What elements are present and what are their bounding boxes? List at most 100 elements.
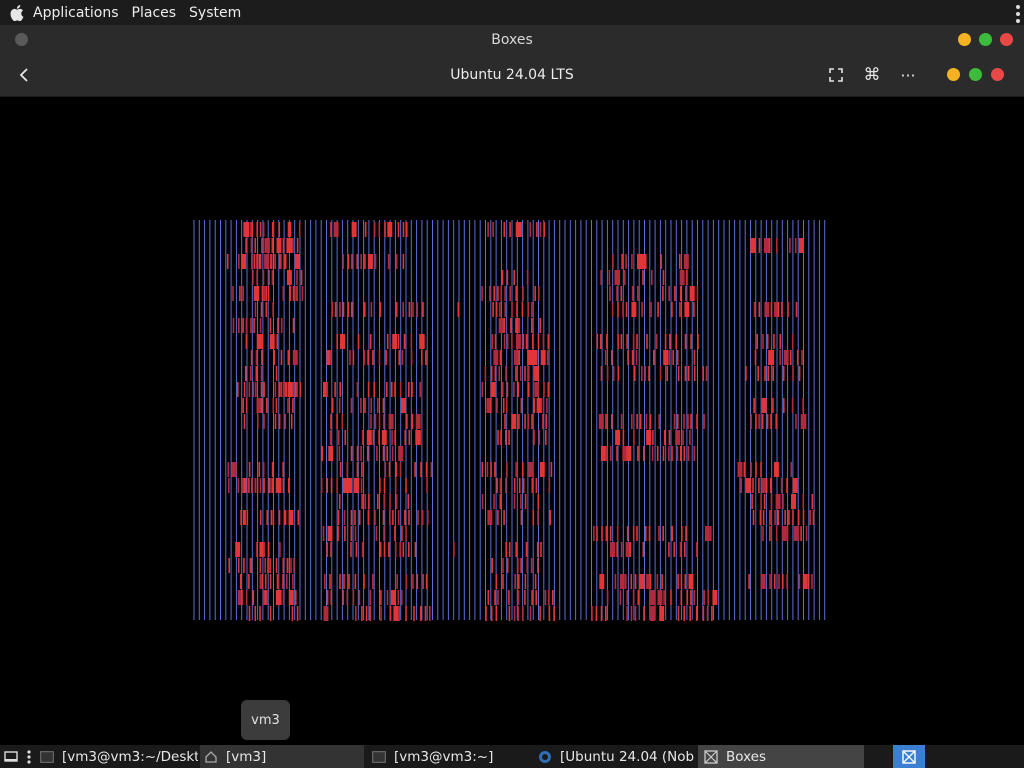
apple-logo-icon[interactable] [10,4,26,22]
artifact-dash [540,350,546,365]
keyboard-shortcuts-button[interactable]: ⌘ [861,65,883,85]
artifact-dash [331,398,334,413]
artifact-dash [382,398,385,413]
places-menu[interactable]: Places [132,5,177,21]
artifact-dash [504,414,506,429]
artifact-dash [675,430,681,445]
vm-display[interactable] [0,97,1024,743]
artifact-dash [663,350,669,365]
artifact-dash [250,222,252,237]
artifact-dash [795,414,797,429]
artifact-dash [656,446,659,461]
artifact-dash [254,606,257,621]
artifact-dash [490,382,496,397]
artifact-dash [668,446,670,461]
artifact-dash [372,574,374,589]
artifact-dash [426,478,428,493]
artifact-dash [705,366,708,381]
applications-menu[interactable]: Applications [33,5,119,21]
artifact-dash [641,366,643,381]
artifact-dash [682,430,684,445]
artifact-dash [361,462,363,477]
artifact-dash [270,254,272,269]
artifact-dash [373,382,375,397]
artifact-dash [292,238,294,253]
taskbar-handle[interactable] [27,745,33,768]
artifact-dash [681,526,683,541]
boxes-window-titlebar[interactable]: Boxes [0,25,1024,55]
artifact-dash [425,350,427,365]
workspace-switcher[interactable] [893,745,925,768]
artifact-dash [427,510,429,525]
fullscreen-button[interactable] [826,65,846,85]
more-options-button[interactable]: ··· [898,65,918,85]
artifact-dash [361,606,363,621]
artifact-dash [394,382,396,397]
artifact-dash [248,462,251,477]
task-browser[interactable]: [Ubuntu 24.04 (Nob… [536,745,694,768]
artifact-dash [515,462,517,477]
artifact-dash [748,574,750,589]
artifact-dash [520,510,523,525]
artifact-dash [524,414,526,429]
artifact-dash [489,286,491,301]
artifact-dash [395,478,397,493]
artifact-dash [287,350,290,365]
artifact-dash [616,286,618,301]
artifact-dash [775,494,781,509]
artifact-dash [237,478,240,493]
artifact-dash [773,334,775,349]
artifact-dash [548,606,551,621]
artifact-dash [336,222,339,237]
artifact-dash [673,542,676,557]
artifact-dash [651,446,654,461]
artifact-dash [350,510,353,525]
artifact-dash [609,526,612,541]
artifact-dash [522,606,524,621]
artifact-dash [374,254,377,269]
vm-minimize-button[interactable] [947,68,960,81]
artifact-dash [543,222,546,237]
artifact-dash [536,542,539,557]
artifact-dash [338,446,341,461]
system-menu[interactable]: System [189,5,241,21]
artifact-dash [650,302,652,317]
task-home-folder[interactable]: [vm3] [200,745,364,768]
artifact-dash [481,494,484,509]
artifact-dash [520,222,522,237]
vm-close-button[interactable] [991,68,1004,81]
artifact-dash [398,446,404,461]
vm-maximize-button[interactable] [969,68,982,81]
artifact-dash [610,446,612,461]
artifact-dash [549,510,552,525]
artifact-dash [348,574,350,589]
artifact-dash [684,574,687,589]
artifact-dash [267,286,270,301]
artifact-dash [264,558,266,573]
maximize-button[interactable] [979,33,992,46]
vertical-dots-icon[interactable] [1016,5,1020,23]
artifact-dash [498,366,501,381]
artifact-dash [399,382,402,397]
artifact-dash [636,414,638,429]
artifact-dash [239,286,241,301]
artifact-dash [256,542,258,557]
artifact-dash [280,350,283,365]
artifact-dash [389,606,392,621]
artifact-dash [529,606,532,621]
artifact-dash [679,270,685,285]
task-terminal-desktop[interactable]: [vm3@vm3:~/Deskt… [38,745,198,768]
artifact-dash [593,526,595,541]
close-button[interactable] [1000,33,1013,46]
artifact-dash [384,462,387,477]
artifact-dash [292,382,295,397]
show-desktop-button[interactable] [4,745,22,768]
artifact-dash [652,430,654,445]
artifact-dash [379,542,382,557]
task-terminal-home[interactable]: [vm3@vm3:~] [370,745,530,768]
minimize-button[interactable] [958,33,971,46]
artifact-dash [401,526,403,541]
artifact-dash [641,254,647,269]
artifact-dash [301,286,304,301]
task-boxes[interactable]: Boxes [698,745,864,768]
